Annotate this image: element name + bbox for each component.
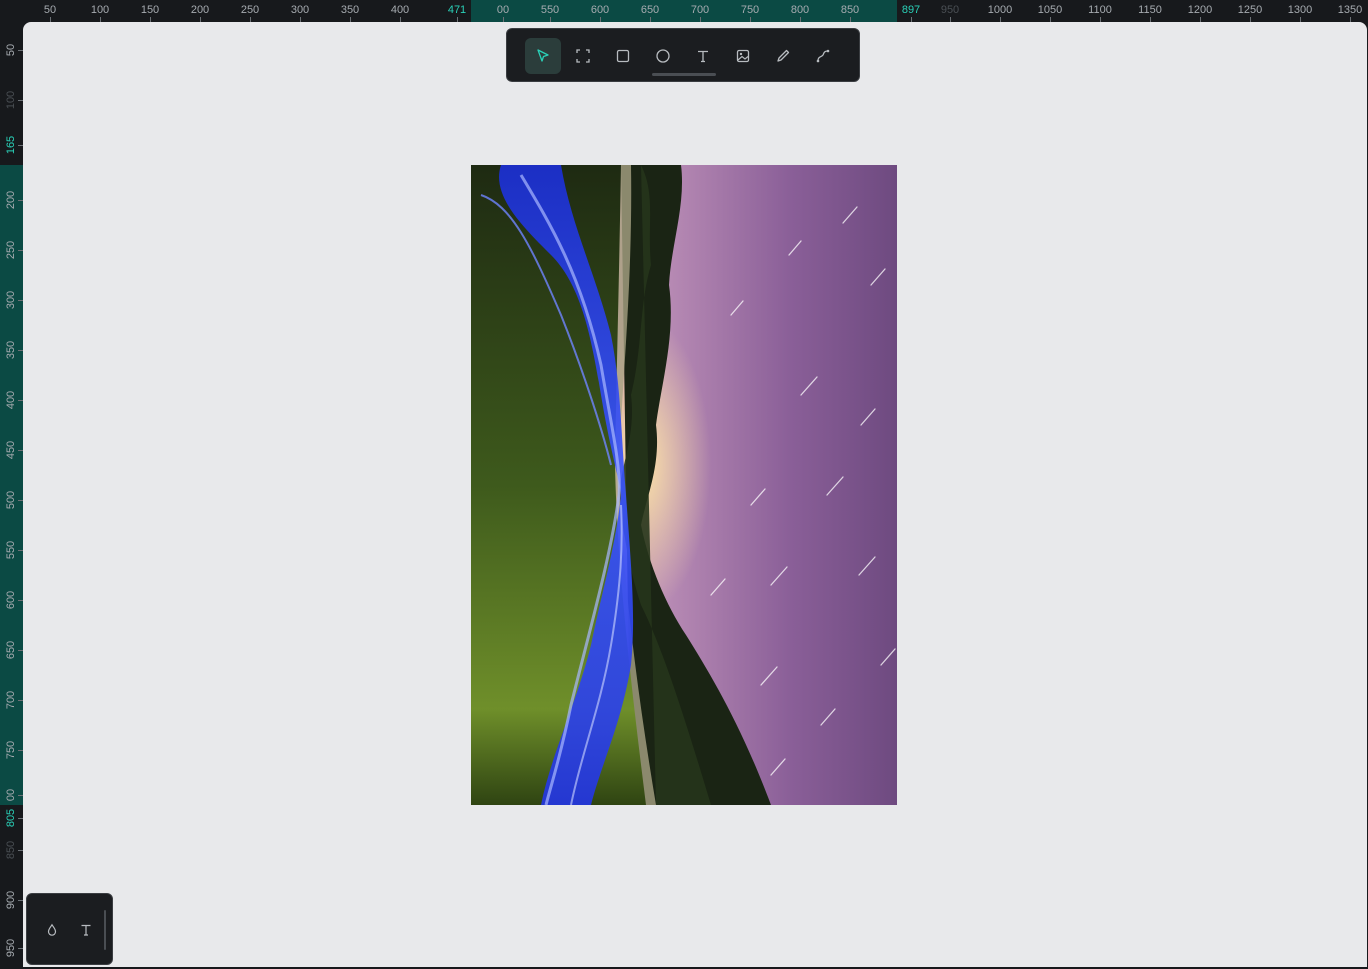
canvas[interactable] bbox=[23, 22, 1367, 967]
tool-ellipse[interactable] bbox=[645, 38, 681, 74]
ruler-left-label: 900 bbox=[5, 890, 17, 910]
ruler-top-label: 00 bbox=[496, 4, 510, 16]
panel-scrollbar[interactable] bbox=[104, 910, 106, 950]
ruler-left-label: 50 bbox=[5, 43, 17, 57]
ruler-left-label: 550 bbox=[5, 540, 17, 560]
toolbar-drag-handle[interactable] bbox=[652, 73, 716, 76]
ruler-top-label: 950 bbox=[940, 4, 960, 16]
ruler-left-label: 500 bbox=[5, 490, 17, 510]
ruler-top-label: 200 bbox=[190, 4, 210, 16]
ruler-top: 50 100 150 200 250 300 350 400 471 00 550 600 650 700… bbox=[0, 0, 1368, 22]
ruler-top-label: 50 bbox=[43, 4, 57, 16]
tool-text[interactable] bbox=[685, 38, 721, 74]
tool-path[interactable] bbox=[805, 38, 841, 74]
tool-image[interactable] bbox=[725, 38, 761, 74]
ruler-left-label: 250 bbox=[5, 240, 17, 260]
ruler-top-label: 300 bbox=[290, 4, 310, 16]
droplet-icon bbox=[47, 923, 57, 936]
cursor-icon bbox=[537, 49, 549, 62]
ruler-top-label: 550 bbox=[540, 4, 560, 16]
ruler-top-label: 100 bbox=[90, 4, 110, 16]
ruler-top-label: 1150 bbox=[1138, 4, 1162, 16]
ruler-top-label: 400 bbox=[390, 4, 410, 16]
ruler-top-label: 850 bbox=[840, 4, 860, 16]
ruler-top-label: 1050 bbox=[1037, 4, 1063, 16]
canvas-image[interactable] bbox=[471, 165, 897, 805]
ruler-top-label: 700 bbox=[690, 4, 710, 16]
rectangle-icon bbox=[616, 49, 630, 63]
ruler-left-label: 850 bbox=[5, 840, 17, 860]
tool-frame[interactable] bbox=[565, 38, 601, 74]
text-icon bbox=[81, 924, 91, 936]
ruler-left-label: 750 bbox=[5, 740, 17, 760]
ruler-left-label: 650 bbox=[5, 640, 17, 660]
ellipse-icon bbox=[656, 49, 670, 63]
ruler-top-label: 1000 bbox=[987, 4, 1013, 16]
text-icon bbox=[698, 50, 708, 63]
tool-pencil[interactable] bbox=[765, 38, 801, 74]
ruler-top-label: 1200 bbox=[1187, 4, 1213, 16]
landscape-photo bbox=[471, 165, 897, 805]
ruler-top-label: 150 bbox=[140, 4, 160, 16]
ruler-top-label: 1100 bbox=[1088, 4, 1112, 16]
path-icon bbox=[816, 49, 830, 63]
ruler-left-label: 700 bbox=[5, 690, 17, 710]
ruler-left-label: 200 bbox=[5, 190, 17, 210]
ruler-top-label: 1300 bbox=[1287, 4, 1313, 16]
ruler-left-label: 950 bbox=[5, 938, 17, 958]
pencil-icon bbox=[777, 49, 790, 62]
ruler-left-label: 300 bbox=[5, 290, 17, 310]
ruler-top-label: 471 bbox=[447, 4, 467, 16]
bottom-left-panel bbox=[26, 893, 113, 965]
tool-select[interactable] bbox=[525, 38, 561, 74]
frame-icon bbox=[576, 49, 590, 63]
ruler-left-label: 805 bbox=[5, 808, 17, 828]
ruler-top-label: 600 bbox=[590, 4, 610, 16]
ruler-left-label: 165 bbox=[5, 135, 17, 155]
ruler-left-label: 00 bbox=[5, 788, 17, 802]
ruler-top-label: 350 bbox=[340, 4, 360, 16]
toolbar bbox=[506, 28, 860, 82]
image-icon bbox=[736, 49, 750, 63]
ruler-top-label: 650 bbox=[640, 4, 660, 16]
ruler-top-label: 1250 bbox=[1237, 4, 1263, 16]
typography-button[interactable] bbox=[77, 921, 95, 939]
ruler-left-label: 100 bbox=[5, 90, 17, 110]
ruler-left-label: 450 bbox=[5, 440, 17, 460]
ruler-top-label: 1350 bbox=[1337, 4, 1363, 16]
ruler-top-label: 800 bbox=[790, 4, 810, 16]
tool-rectangle[interactable] bbox=[605, 38, 641, 74]
ruler-top-label: 897 bbox=[901, 4, 921, 16]
ruler-top-label: 250 bbox=[240, 4, 260, 16]
ruler-left-label: 400 bbox=[5, 390, 17, 410]
ruler-left: 50 100 165 200 250 300 350 400 450 500 550 600 650 70… bbox=[0, 22, 23, 969]
ruler-left-label: 350 bbox=[5, 340, 17, 360]
ruler-top-selection-highlight bbox=[471, 0, 897, 22]
fill-button[interactable] bbox=[43, 921, 61, 939]
ruler-top-label: 750 bbox=[740, 4, 760, 16]
ruler-left-label: 600 bbox=[5, 590, 17, 610]
